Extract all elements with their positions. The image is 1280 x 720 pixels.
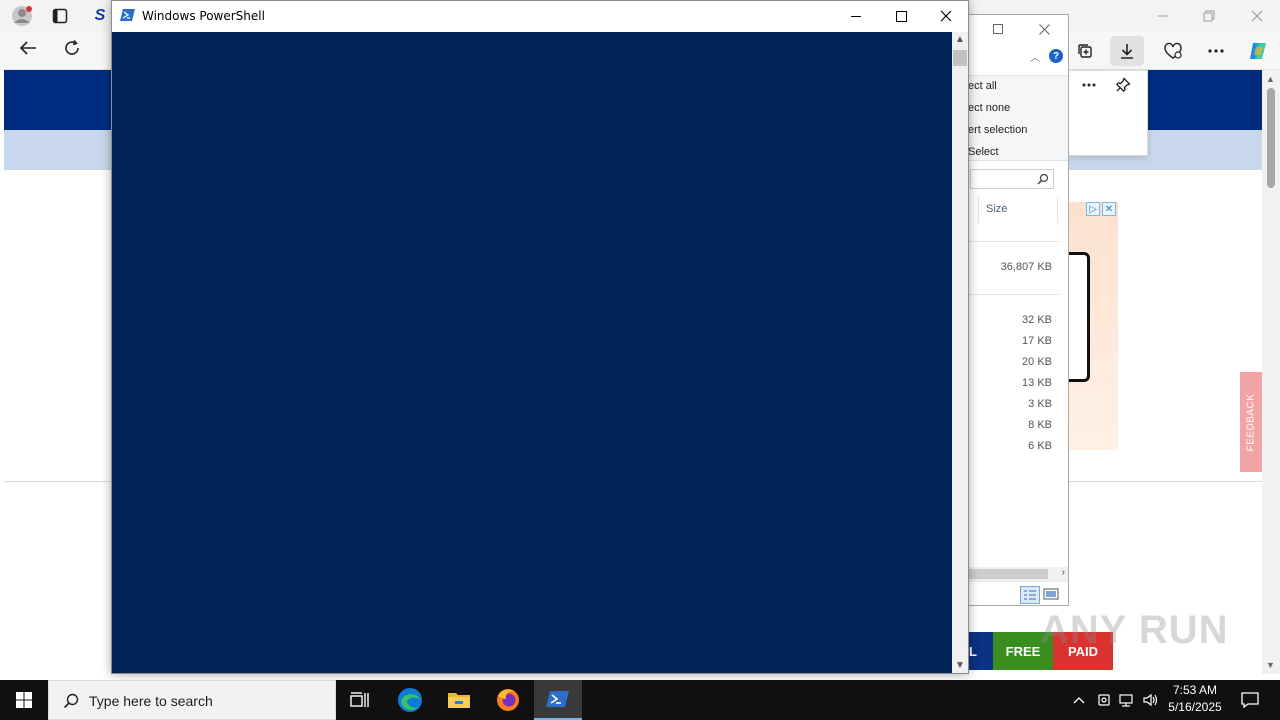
explorer-search-input[interactable]: [970, 169, 1054, 189]
file-size: 17 KB: [1022, 335, 1052, 347]
extensions-icon[interactable]: [1156, 36, 1190, 66]
explorer-close-button[interactable]: [1032, 19, 1056, 39]
explorer-horizontal-scrollbar[interactable]: ›: [968, 567, 1068, 581]
scroll-down-icon[interactable]: ▼: [1266, 660, 1275, 670]
ribbon-collapse-icon[interactable]: ︿: [1030, 49, 1040, 64]
anyrun-watermark: ANY RUN: [1040, 608, 1229, 652]
ad-close-icon[interactable]: ✕: [1102, 202, 1116, 216]
window-title: Windows PowerShell: [142, 9, 265, 23]
group-divider: [968, 294, 1060, 295]
file-size: 6 KB: [1028, 440, 1052, 452]
file-size: 3 KB: [1028, 398, 1052, 410]
console-scrollbar[interactable]: ▲ ▼: [952, 32, 968, 673]
firefox-icon[interactable]: [484, 680, 532, 720]
group-divider: [968, 241, 1060, 242]
reload-icon[interactable]: [58, 36, 86, 60]
file-size: 36,807 KB: [1000, 261, 1052, 273]
profile-icon[interactable]: [8, 4, 36, 28]
notification-icon[interactable]: [1232, 680, 1268, 720]
copilot-icon[interactable]: [1241, 36, 1275, 66]
select-all-button[interactable]: ect all: [968, 80, 997, 92]
flyout-more-icon[interactable]: [1077, 73, 1101, 97]
task-view-icon[interactable]: [336, 680, 384, 720]
explorer-status-bar: [968, 581, 1068, 605]
select-none-button[interactable]: ect none: [968, 102, 1010, 114]
scrollbar-thumb[interactable]: [968, 569, 1048, 579]
file-size: 20 KB: [1022, 356, 1052, 368]
file-size: 32 KB: [1022, 314, 1052, 326]
scroll-up-icon[interactable]: ▲: [1266, 74, 1275, 84]
browser-restore-button[interactable]: [1186, 0, 1232, 32]
scroll-down-icon[interactable]: ▼: [955, 660, 965, 671]
volume-icon[interactable]: [1140, 680, 1162, 720]
downloads-flyout: [1068, 70, 1148, 156]
details-view-icon[interactable]: [1020, 586, 1040, 604]
powershell-window[interactable]: Windows PowerShell ▲ ▼: [111, 0, 969, 674]
browser-scrollbar[interactable]: ▲ ▼: [1262, 70, 1280, 674]
windows-start-icon[interactable]: [0, 680, 48, 720]
edge-icon[interactable]: [386, 680, 434, 720]
advertisement[interactable]: [1068, 202, 1118, 450]
file-explorer-icon[interactable]: [435, 680, 483, 720]
back-icon[interactable]: [14, 36, 42, 60]
console-area[interactable]: [112, 32, 952, 673]
browser-minimize-button[interactable]: [1140, 0, 1186, 32]
size-column-header[interactable]: Size: [978, 197, 1058, 223]
site-favicon[interactable]: S: [90, 4, 110, 28]
collections-icon[interactable]: [1068, 36, 1102, 66]
ad-info-icon[interactable]: ▷: [1086, 202, 1100, 216]
powershell-titlebar[interactable]: Windows PowerShell: [112, 1, 968, 32]
scroll-right-icon[interactable]: ›: [1062, 567, 1065, 578]
scroll-up-icon[interactable]: ▲: [955, 34, 965, 45]
ad-badges: ▷ ✕: [1086, 202, 1116, 218]
clock-time: 7:53 AM: [1172, 683, 1218, 697]
device-icon[interactable]: [1093, 680, 1115, 720]
clock[interactable]: 7:53 AM 5/16/2025: [1162, 682, 1228, 718]
feedback-tab[interactable]: FEEDBACK: [1240, 372, 1262, 472]
search-icon: [1037, 173, 1049, 185]
explorer-maximize-button[interactable]: [986, 19, 1010, 39]
large-icons-view-icon[interactable]: [1043, 587, 1059, 601]
search-icon: [63, 693, 79, 709]
help-icon[interactable]: ?: [1049, 49, 1063, 63]
feedback-label: FEEDBACK: [1245, 393, 1257, 451]
close-button[interactable]: [923, 1, 969, 31]
taskbar-search-input[interactable]: Type here to search: [48, 680, 336, 720]
powershell-taskbar-icon[interactable]: [534, 680, 582, 720]
downloads-icon[interactable]: [1110, 36, 1144, 66]
search-placeholder: Type here to search: [89, 693, 213, 709]
size-column-label: Size: [986, 203, 1008, 215]
powershell-icon[interactable]: [120, 8, 136, 22]
pin-icon[interactable]: [1111, 73, 1135, 97]
taskbar: Type here to search 7:53 AM 5/16/2025: [0, 680, 1280, 720]
explorer-ribbon: ect all ect none ert selection Select: [968, 75, 1068, 161]
select-group-label: Select: [968, 146, 999, 158]
scrollbar-thumb[interactable]: [953, 50, 967, 66]
minimize-button[interactable]: [833, 1, 879, 31]
partial-button[interactable]: L: [969, 632, 993, 670]
ad-product-image: [1068, 252, 1090, 382]
clock-date: 5/16/2025: [1168, 700, 1222, 714]
tabs-icon[interactable]: [46, 4, 74, 28]
scrollbar-thumb[interactable]: [1267, 88, 1275, 188]
file-size: 13 KB: [1022, 377, 1052, 389]
network-icon[interactable]: [1116, 680, 1138, 720]
maximize-button[interactable]: [878, 1, 924, 31]
chevron-up-icon[interactable]: [1068, 680, 1090, 720]
browser-close-button[interactable]: [1234, 0, 1280, 32]
invert-selection-button[interactable]: ert selection: [968, 124, 1027, 136]
file-explorer-window: ︿ ? ect all ect none ert selection Selec…: [968, 14, 1069, 606]
more-icon[interactable]: [1199, 36, 1233, 66]
file-size: 8 KB: [1028, 419, 1052, 431]
